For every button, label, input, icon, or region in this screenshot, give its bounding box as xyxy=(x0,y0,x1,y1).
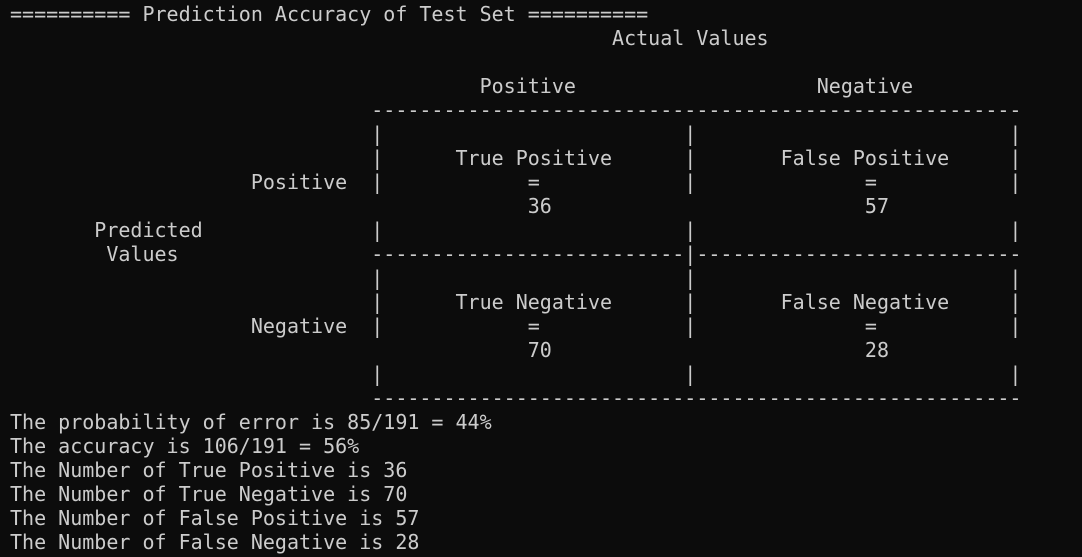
matrix-middle-border: Values --------------------------|------… xyxy=(10,242,1022,266)
true-negative-count: The Number of True Negative is 70 xyxy=(10,482,408,506)
predicted-label-row: Predicted | | | xyxy=(10,218,1022,242)
actual-values-label: Actual Values xyxy=(10,26,769,50)
false-negative-count: The Number of False Negative is 28 xyxy=(10,530,420,554)
matrix-row-spacer: | | | xyxy=(10,122,1022,146)
matrix-bottom-border: ----------------------------------------… xyxy=(10,386,1022,410)
terminal-window[interactable]: ========== Prediction Accuracy of Test S… xyxy=(0,0,1082,557)
column-headers: Positive Negative xyxy=(10,74,914,98)
cell-values-row-2: 70 28 xyxy=(10,338,889,362)
false-positive-count: The Number of False Positive is 57 xyxy=(10,506,420,530)
accuracy-line: The accuracy is 106/191 = 56% xyxy=(10,434,360,458)
matrix-top-border: ----------------------------------------… xyxy=(10,98,1022,122)
matrix-row-spacer: | | | xyxy=(10,266,1022,290)
cell-labels-row-2: | True Negative | False Negative | xyxy=(10,290,1022,314)
true-positive-count: The Number of True Positive is 36 xyxy=(10,458,408,482)
error-probability-line: The probability of error is 85/191 = 44% xyxy=(10,410,492,434)
predicted-negative-row: Negative | = | = | xyxy=(10,314,1022,338)
cell-labels-row-1: | True Positive | False Positive | xyxy=(10,146,1022,170)
predicted-positive-row: Positive | = | = | xyxy=(10,170,1022,194)
matrix-row-spacer: | | | xyxy=(10,362,1022,386)
header-line: ========== Prediction Accuracy of Test S… xyxy=(10,2,649,26)
cell-values-row-1: 36 57 xyxy=(10,194,889,218)
